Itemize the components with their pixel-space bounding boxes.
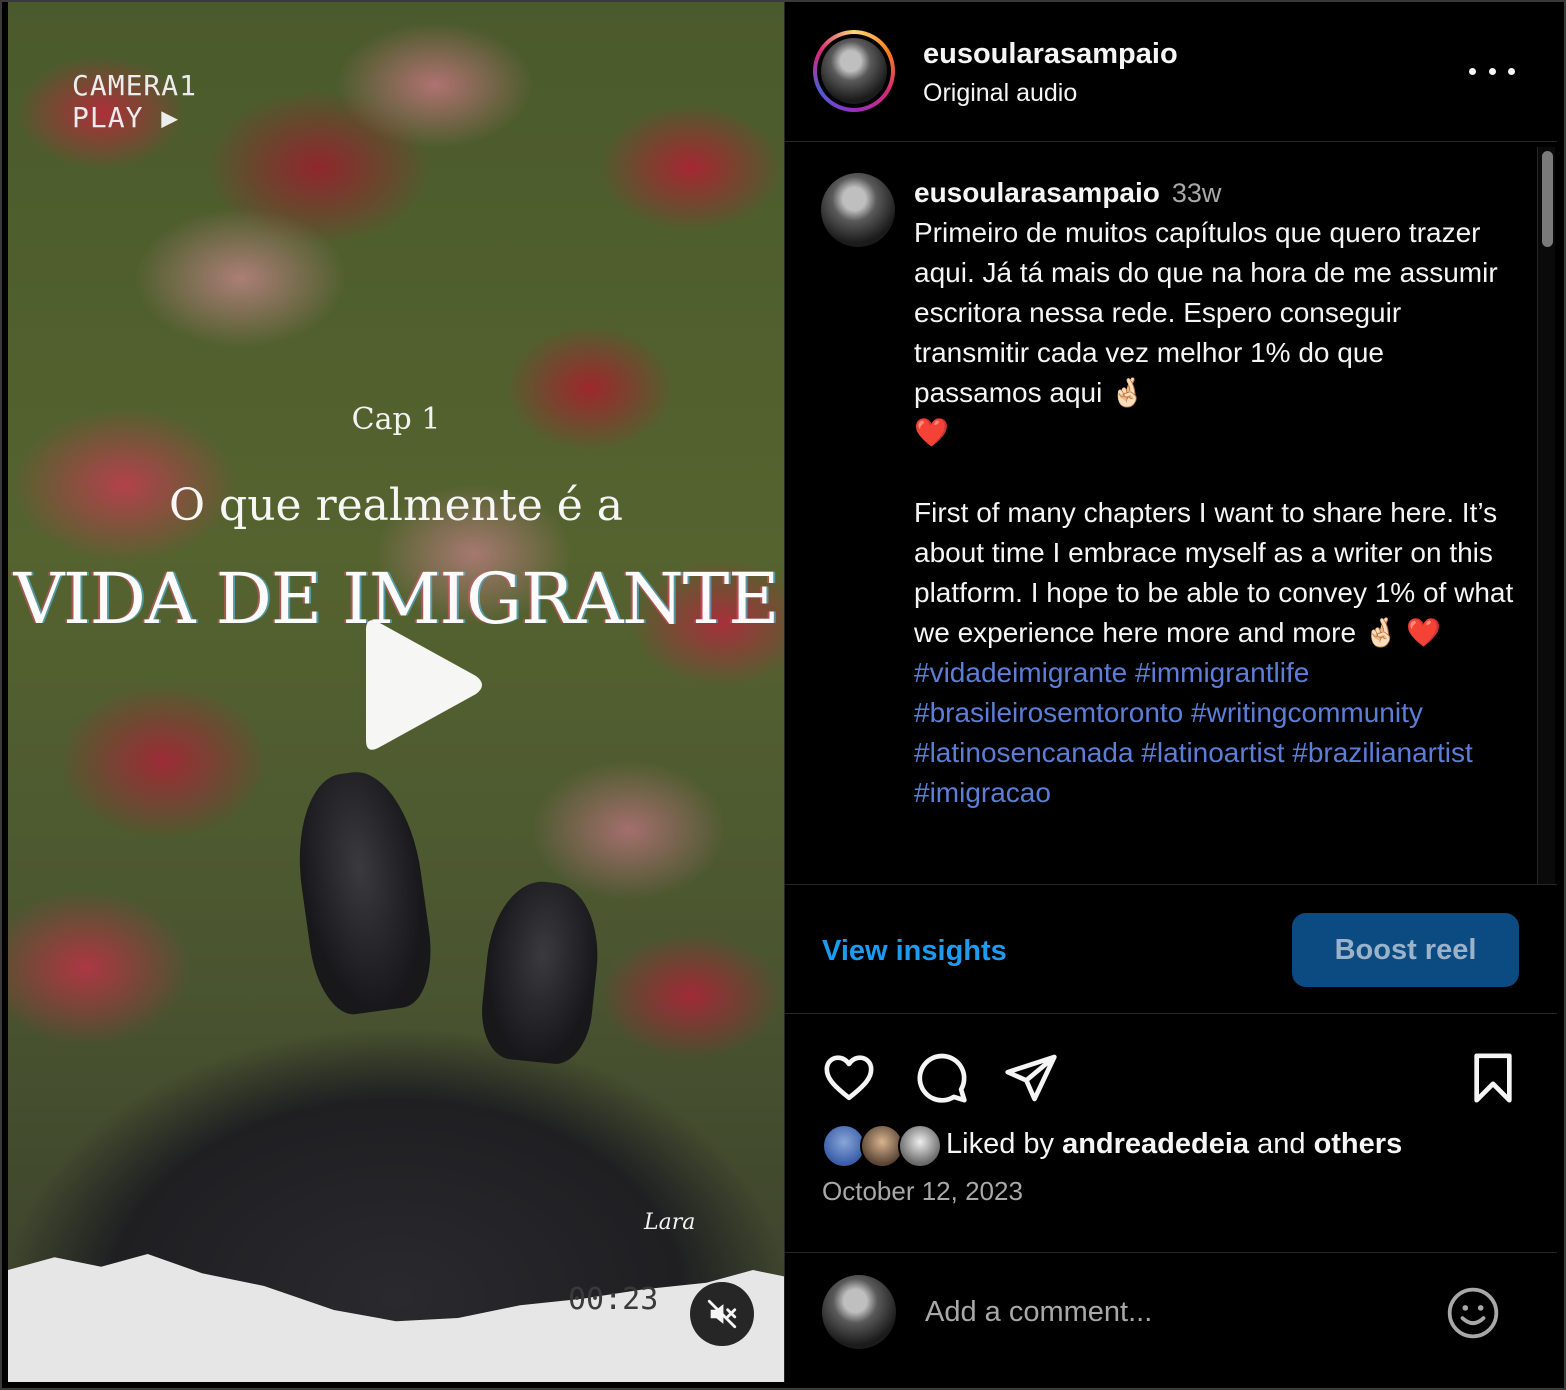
liked-by-connector: and bbox=[1249, 1128, 1314, 1160]
signature: Lara bbox=[644, 1210, 696, 1235]
post-header: eusoularasampaio Original audio bbox=[785, 2, 1557, 142]
chapter-label: Cap 1 bbox=[351, 402, 441, 437]
muted-speaker-icon bbox=[707, 1299, 737, 1329]
boost-reel-button[interactable]: Boost reel bbox=[1292, 913, 1519, 987]
bookmark-icon[interactable] bbox=[1465, 1050, 1521, 1106]
liker-avatar[interactable] bbox=[898, 1124, 942, 1168]
story-ring[interactable] bbox=[813, 30, 895, 112]
liked-by-others[interactable]: others bbox=[1314, 1128, 1403, 1160]
share-icon[interactable] bbox=[1003, 1050, 1059, 1106]
caption-hashtags[interactable]: #vidadeimigrante #immigrantlife #brasile… bbox=[914, 653, 1514, 813]
comments-section: eusoularasampaio 33w Primeiro de muitos c… bbox=[785, 143, 1557, 884]
caption-time[interactable]: 33w bbox=[1172, 178, 1222, 208]
vhs-overlay: CAMERA1 PLAY ▶ bbox=[72, 70, 197, 134]
caption-username[interactable]: eusoularasampaio bbox=[914, 177, 1160, 208]
play-icon[interactable] bbox=[338, 610, 488, 760]
view-insights-link[interactable]: View insights bbox=[822, 935, 1007, 968]
avatar[interactable] bbox=[821, 38, 887, 104]
comment-composer bbox=[785, 1252, 1557, 1382]
scrollbar-thumb[interactable] bbox=[1542, 151, 1553, 247]
avatar bbox=[822, 1275, 896, 1349]
vhs-camera-label: CAMERA1 bbox=[72, 69, 198, 102]
post-panel: eusoularasampaio Original audio eusoular… bbox=[785, 2, 1557, 1382]
comment-input[interactable] bbox=[925, 1287, 1425, 1337]
more-options-icon[interactable] bbox=[1469, 54, 1515, 88]
emoji-icon[interactable] bbox=[1445, 1285, 1501, 1341]
video-subtitle: O que realmente é a bbox=[168, 480, 624, 531]
audio-label[interactable]: Original audio bbox=[923, 79, 1077, 108]
liked-by-text: Liked by andreadedeia and others bbox=[946, 1128, 1402, 1161]
owner-actions: View insights Boost reel bbox=[785, 884, 1557, 1014]
liked-by-user[interactable]: andreadedeia bbox=[1062, 1128, 1249, 1160]
vhs-play-label: PLAY ▶ bbox=[72, 101, 180, 134]
post-date[interactable]: October 12, 2023 bbox=[822, 1176, 1023, 1207]
avatar[interactable] bbox=[821, 173, 895, 247]
action-icons bbox=[785, 1014, 1557, 1124]
caption: eusoularasampaio 33w Primeiro de muitos c… bbox=[914, 173, 1514, 813]
caption-text: Primeiro de muitos capítulos que quero t… bbox=[914, 217, 1514, 648]
vhs-timer: 00:23 bbox=[568, 1282, 659, 1317]
mute-button[interactable] bbox=[690, 1282, 754, 1346]
likes-summary: Liked by andreadedeia and others bbox=[822, 1122, 1542, 1170]
header-username[interactable]: eusoularasampaio bbox=[923, 38, 1178, 71]
heart-icon[interactable] bbox=[821, 1050, 877, 1106]
comments-scrollbar[interactable] bbox=[1537, 147, 1555, 884]
comment-icon[interactable] bbox=[913, 1050, 969, 1106]
reel-video[interactable]: CAMERA1 PLAY ▶ Cap 1 O que realmente é a… bbox=[8, 2, 784, 1382]
liked-by-prefix: Liked by bbox=[946, 1128, 1063, 1160]
